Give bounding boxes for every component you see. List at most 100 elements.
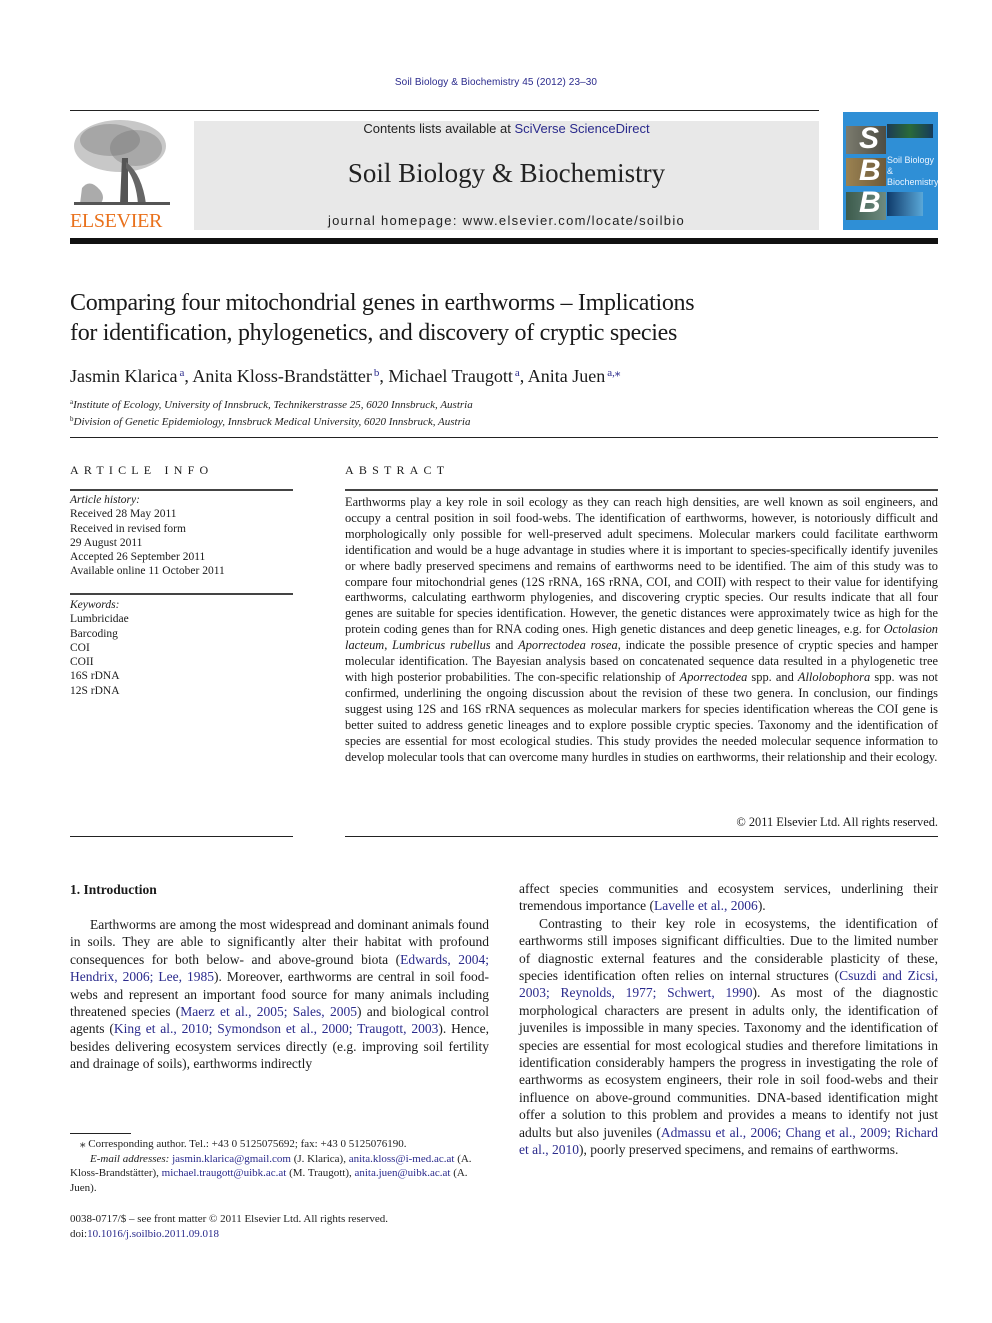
introduction-right-column: affect species communities and ecosystem… bbox=[519, 880, 938, 1159]
corresponding-author: ⁎ Corresponding author. Tel.: +43 0 5125… bbox=[80, 1138, 407, 1150]
email-addresses: E-mail addresses: jasmin.klarica@gmail.c… bbox=[70, 1152, 489, 1196]
keywords: Keywords: Lumbricidae Barcoding COI COII… bbox=[70, 598, 293, 698]
homepage-link[interactable]: www.elsevier.com/locate/soilbio bbox=[463, 213, 685, 228]
affiliation-text: Institute of Ecology, University of Inns… bbox=[73, 399, 473, 411]
abstract-segment: , bbox=[384, 638, 393, 653]
paragraph: Contrasting to their key role in ecosyst… bbox=[519, 915, 938, 1159]
citation-link[interactable]: King et al., 2010; Symondson et al., 200… bbox=[114, 1021, 439, 1036]
citation-link[interactable]: Maerz et al., 2005; Sales, 2005 bbox=[180, 1004, 357, 1019]
header-thick-rule bbox=[70, 238, 938, 244]
sciencedirect-link[interactable]: SciVerse ScienceDirect bbox=[514, 121, 649, 136]
contents-prefix: Contents lists available at bbox=[363, 121, 515, 136]
journal-homepage: journal homepage: www.elsevier.com/locat… bbox=[194, 213, 819, 229]
author: Jasmin Klarica a, bbox=[70, 366, 192, 386]
affiliation: aInstitute of Ecology, University of Inn… bbox=[70, 395, 930, 412]
article-title-line2: for identification, phylogenetics, and d… bbox=[70, 320, 678, 346]
journal-reference[interactable]: Soil Biology & Biochemistry 45 (2012) 23… bbox=[0, 77, 992, 88]
issn-line: 0038-0717/$ – see front matter © 2011 El… bbox=[70, 1213, 389, 1225]
author: Michael Traugott a, bbox=[388, 366, 527, 386]
history-item: Received in revised form bbox=[70, 522, 186, 535]
paragraph: Earthworms are among the most widespread… bbox=[70, 916, 489, 1073]
introduction-left-column: Earthworms are among the most widespread… bbox=[70, 916, 489, 1073]
abstract-copyright: © 2011 Elsevier Ltd. All rights reserved… bbox=[736, 815, 938, 829]
keyword: 12S rDNA bbox=[70, 684, 120, 697]
email-link[interactable]: jasmin.klarica@gmail.com bbox=[172, 1153, 291, 1165]
genus-name: Aporrectodea bbox=[679, 669, 748, 684]
history-item: Available online 11 October 2011 bbox=[70, 565, 225, 578]
author-separator: , bbox=[379, 366, 389, 386]
keyword: Lumbricidae bbox=[70, 613, 129, 626]
author-name: Anita Kloss-Brandstätter bbox=[192, 366, 372, 386]
abstract-segment: spp. and bbox=[747, 669, 798, 684]
genus-name: Allolobophora bbox=[797, 669, 871, 684]
email-label: E-mail addresses: bbox=[90, 1152, 170, 1165]
affiliations: aInstitute of Ecology, University of Inn… bbox=[70, 395, 930, 429]
cover-letter-b2: B bbox=[859, 186, 881, 219]
text-segment: ). bbox=[757, 898, 766, 914]
doi-label: doi: bbox=[70, 1227, 88, 1240]
author-name: Jasmin Klarica bbox=[70, 366, 178, 386]
species-name: Aporrectodea rosea bbox=[518, 638, 618, 653]
email-owner: (M. Traugott), bbox=[286, 1167, 355, 1179]
author-name: Anita Juen bbox=[527, 366, 606, 386]
email-link[interactable]: michael.traugott@uibk.ac.at bbox=[162, 1167, 287, 1179]
doi-line: doi:10.1016/j.soilbio.2011.09.018 bbox=[70, 1227, 489, 1242]
author: Anita Juen a,⁎ bbox=[528, 366, 621, 386]
author: Anita Kloss-Brandstätter b, bbox=[192, 366, 388, 386]
abstract-rule bbox=[345, 489, 938, 491]
cover-letter-b1: B bbox=[859, 154, 881, 187]
elsevier-tree-icon bbox=[70, 118, 174, 210]
abstract-segment: and bbox=[490, 638, 519, 653]
cover-photo-5 bbox=[887, 192, 923, 216]
email-link[interactable]: anita.kloss@i-med.ac.at bbox=[349, 1153, 455, 1165]
article-info-heading: ARTICLE INFO bbox=[70, 463, 214, 477]
introduction-heading: 1. Introduction bbox=[70, 882, 157, 897]
email-owner: (J. Klarica), bbox=[290, 1152, 349, 1165]
article-info-bottom-rule bbox=[70, 836, 293, 837]
corresponding-author-footnote: ⁎ Corresponding author. Tel.: +43 0 5125… bbox=[70, 1137, 489, 1195]
email-link[interactable]: anita.juen@uibk.ac.at bbox=[354, 1167, 450, 1179]
author-list: Jasmin Klarica a, Anita Kloss-Brandstätte… bbox=[70, 362, 930, 387]
homepage-prefix: journal homepage: bbox=[327, 213, 463, 228]
section-rule bbox=[70, 437, 938, 438]
cover-title-line1: Soil Biology & bbox=[887, 155, 935, 176]
abstract-bottom-rule bbox=[345, 836, 938, 837]
elsevier-wordmark: ELSEVIER bbox=[70, 210, 163, 232]
affiliation-text: Division of Genetic Epidemiology, Innsbr… bbox=[73, 416, 471, 428]
author-separator: , bbox=[519, 366, 528, 386]
article-history: Article history: Received 28 May 2011 Re… bbox=[70, 493, 293, 579]
elsevier-logo[interactable]: ELSEVIER bbox=[70, 118, 174, 232]
journal-title: Soil Biology & Biochemistry bbox=[347, 158, 666, 188]
text-segment: ), poorly preserved specimens, and remai… bbox=[579, 1142, 899, 1158]
keyword: Barcoding bbox=[70, 627, 118, 640]
history-item: Accepted 26 September 2011 bbox=[70, 551, 206, 564]
citation-link[interactable]: Lavelle et al., 2006 bbox=[654, 898, 758, 913]
abstract-text: Earthworms play a key role in soil ecolo… bbox=[345, 495, 938, 765]
journal-cover-thumbnail[interactable]: S B B Soil Biology & Biochemistry bbox=[843, 112, 938, 230]
front-matter: 0038-0717/$ – see front matter © 2011 El… bbox=[70, 1212, 489, 1241]
cover-title: Soil Biology & Biochemistry bbox=[887, 155, 938, 188]
article-history-label: Article history: bbox=[70, 494, 140, 506]
keywords-rule bbox=[70, 593, 293, 595]
header-rule bbox=[70, 110, 819, 111]
cover-title-line2: Biochemistry bbox=[887, 177, 938, 187]
affiliation: bDivision of Genetic Epidemiology, Innsb… bbox=[70, 412, 930, 429]
author-name: Michael Traugott bbox=[388, 366, 513, 386]
keywords-label: Keywords: bbox=[70, 599, 120, 611]
doi-link[interactable]: 10.1016/j.soilbio.2011.09.018 bbox=[87, 1228, 219, 1240]
contents-availability: Contents lists available at SciVerse Sci… bbox=[194, 121, 819, 137]
author-affil-link[interactable]: a,⁎ bbox=[607, 367, 620, 379]
journal-banner: Contents lists available at SciVerse Sci… bbox=[194, 121, 819, 230]
abstract-segment: Earthworms play a key role in soil ecolo… bbox=[345, 495, 938, 637]
species-name: Lumbricus rubellus bbox=[392, 638, 491, 653]
cover-photo-1 bbox=[887, 124, 933, 138]
article-title-line1: Comparing four mitochondrial genes in ea… bbox=[70, 290, 695, 316]
keyword: 16S rDNA bbox=[70, 670, 120, 683]
history-item: 29 August 2011 bbox=[70, 536, 143, 549]
article-info-rule bbox=[70, 489, 293, 491]
history-item: Received 28 May 2011 bbox=[70, 508, 177, 521]
text-segment: ). As most of the diagnostic morphologic… bbox=[519, 985, 938, 1140]
paragraph: affect species communities and ecosystem… bbox=[519, 880, 938, 915]
footnote-rule bbox=[70, 1133, 131, 1134]
cover-letter-s: S bbox=[859, 122, 880, 155]
